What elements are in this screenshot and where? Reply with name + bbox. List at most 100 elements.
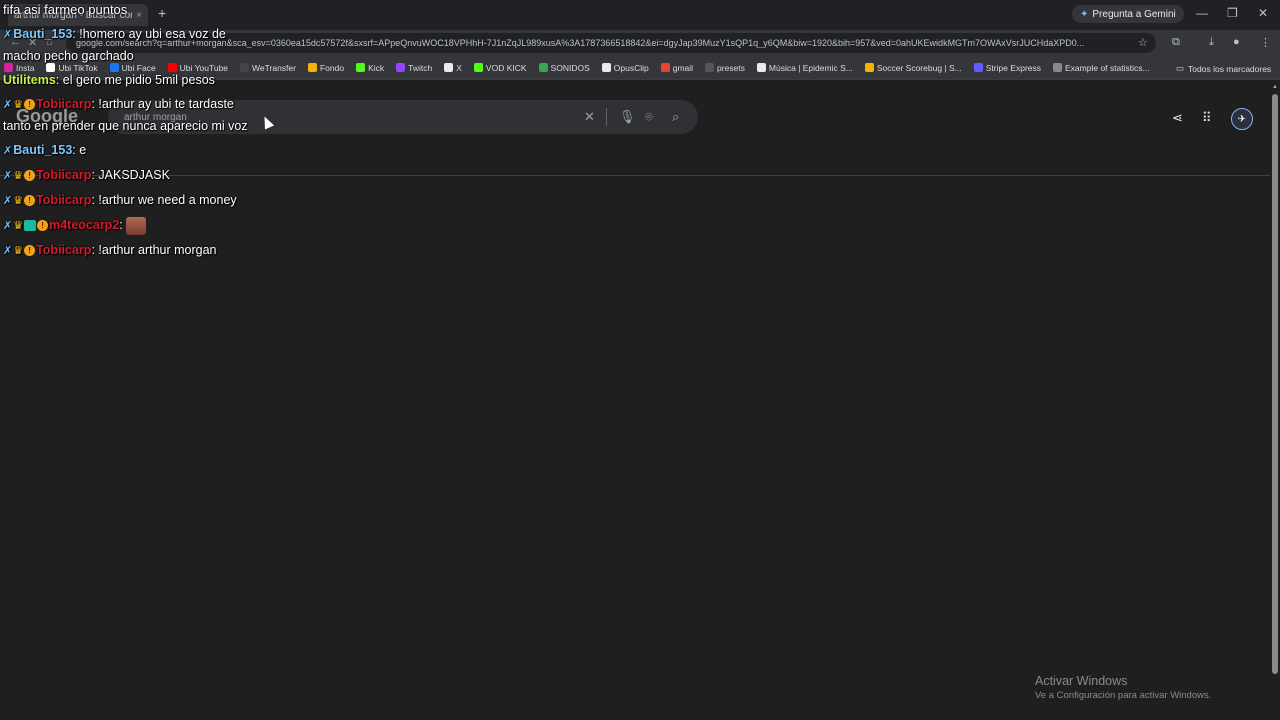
crown-badge-icon: ♛ [13, 245, 24, 257]
chat-username: Tobiicarp [36, 193, 92, 207]
chat-message: ✗Bauti_153: !homero ay ubi esa voz de ma… [3, 24, 253, 67]
bookmark-label: Stripe Express [985, 62, 1042, 73]
bookmark-item[interactable]: Stripe Express [973, 62, 1042, 73]
gemini-button[interactable]: ✦ Pregunta a Gemini [1072, 5, 1184, 23]
bookmark-item[interactable]: Kick [356, 63, 384, 73]
gemini-label: Pregunta a Gemini [1092, 8, 1176, 20]
chat-message: ✗♛! Tobiicarp: !arthur we need a money [3, 190, 253, 212]
bookmark-label: VOD KICK [485, 62, 527, 73]
avatar[interactable]: ✈ [1231, 108, 1253, 130]
bookmark-label: Fondo [319, 62, 345, 73]
scroll-thumb[interactable] [1272, 94, 1278, 674]
chat-text: !arthur we need a money [98, 193, 237, 207]
chat-text: JAKSDJASK [98, 168, 170, 182]
chat-username: Tobiicarp [36, 243, 92, 257]
restore-icon[interactable]: ❐ [1227, 6, 1238, 20]
search-divider [606, 108, 607, 126]
bookmark-item[interactable]: SONIDOS [538, 63, 590, 73]
bookmark-favicon-icon [705, 63, 715, 72]
bookmark-star-icon[interactable]: ☆ [1138, 36, 1148, 49]
sword-badge-icon: ✗ [3, 195, 13, 207]
bookmark-favicon-icon [307, 63, 317, 72]
sword-badge-icon: ✗ [3, 245, 13, 257]
sword-badge-icon: ✗ [3, 145, 13, 157]
bookmark-label: Kick [368, 62, 385, 73]
crown-badge-icon: ♛ [13, 170, 24, 182]
voice-search-icon[interactable]: 🎙︎ [619, 109, 636, 125]
chat-username: m4teocarp2 [49, 218, 120, 232]
close-window-icon[interactable]: ✕ [1258, 6, 1268, 20]
watermark-subtitle: Ve a Configuración para activar Windows. [1035, 690, 1212, 701]
clear-icon[interactable]: ✕ [584, 109, 595, 125]
bookmark-favicon-icon [601, 63, 611, 72]
bookmark-favicon-icon [1053, 63, 1063, 72]
bookmark-item[interactable]: Example of statistics... [1053, 63, 1150, 73]
lens-icon[interactable]: ⌾ [645, 109, 653, 125]
coin-badge-icon: ! [24, 170, 36, 182]
gemini-icon: ✦ [1080, 8, 1089, 20]
folder-icon: ▭ [1176, 63, 1185, 73]
chat-username: Tobiicarp [36, 168, 92, 182]
chat-message: Utilitems: el gero me pidio 5mil pesos [3, 70, 253, 91]
bookmark-favicon-icon [756, 63, 766, 72]
chat-text: el gero me pidio 5mil pesos [62, 73, 215, 87]
apps-grid-icon[interactable]: ⠿ [1202, 110, 1212, 126]
chat-message: ✗♛! Tobiicarp: JAKSDJASK [3, 165, 253, 187]
bookmark-favicon-icon [356, 63, 366, 72]
chat-message: ✗♛! m4teocarp2: [3, 215, 253, 237]
chat-emote-image [126, 216, 147, 235]
chat-text: e [79, 143, 87, 157]
chat-username: Bauti_153 [13, 27, 73, 41]
chat-username: Bauti_153 [13, 143, 73, 157]
chat-message: ✗Bauti_153: e [3, 140, 253, 162]
crown-badge-icon: ♛ [13, 220, 24, 232]
coin-badge-icon: ! [24, 245, 36, 257]
menu-icon[interactable]: ⋮ [1260, 36, 1271, 49]
download-icon[interactable]: ⤓ [1209, 36, 1214, 49]
bookmark-label: Example of statistics... [1065, 62, 1150, 73]
bookmark-label: X [456, 62, 462, 73]
profile-icon[interactable]: ● [1233, 36, 1240, 48]
bookmark-item[interactable]: Fondo [307, 62, 345, 73]
bookmark-item[interactable]: X [444, 63, 462, 73]
minimize-icon[interactable]: — [1196, 6, 1208, 20]
all-bookmarks-folder[interactable]: ▭ Todos los marcadores [1176, 63, 1271, 74]
bookmark-label: WeTransfer [252, 62, 296, 73]
stream-title: fifa asi farmeo puntos [3, 2, 128, 17]
bookmark-label: Twitch [408, 62, 433, 73]
share-icon[interactable]: ⋖ [1172, 110, 1183, 126]
subscriber-badge-icon [24, 220, 37, 232]
bookmark-favicon-icon [660, 63, 670, 72]
new-tab-button[interactable]: + [158, 5, 166, 21]
watermark-title: Activar Windows [1035, 674, 1128, 688]
scroll-up-icon[interactable]: ▲ [1272, 84, 1278, 90]
chat-separator: : [119, 218, 127, 232]
bookmark-favicon-icon [538, 63, 548, 72]
search-icon[interactable]: ⌕ [672, 109, 679, 125]
bookmark-item[interactable]: gmail [660, 62, 694, 73]
crown-badge-icon: ♛ [13, 99, 24, 111]
bookmark-label: presets [717, 62, 745, 73]
bookmark-item[interactable]: Twitch [396, 63, 432, 73]
sword-badge-icon: ✗ [3, 170, 13, 182]
windows-activation-watermark: Activar Windows Ve a Configuración para … [1035, 674, 1211, 701]
tab-close-icon[interactable]: × [136, 10, 142, 21]
bookmark-favicon-icon [864, 63, 874, 72]
sword-badge-icon: ✗ [3, 99, 13, 111]
bookmark-label: gmail [672, 62, 694, 73]
bookmark-item[interactable]: VOD KICK [473, 62, 527, 73]
bookmark-label: Música | Epidemic S... [768, 62, 853, 73]
page-scrollbar[interactable]: ▲ [1270, 82, 1280, 677]
bookmark-favicon-icon [444, 63, 454, 72]
coin-badge-icon: ! [24, 195, 36, 207]
bookmark-label: Soccer Scorebug | S... [876, 62, 962, 73]
folder-label: Todos los marcadores [1188, 63, 1272, 74]
bookmark-item[interactable]: OpusClip [601, 63, 649, 73]
extensions-icon[interactable]: ⧉ [1172, 36, 1180, 49]
chat-username: Tobiicarp [36, 97, 92, 111]
bookmark-item[interactable]: presets [705, 63, 745, 73]
coin-badge-icon: ! [24, 99, 36, 111]
coin-badge-icon: ! [37, 220, 49, 232]
bookmark-item[interactable]: Soccer Scorebug | S... [864, 62, 962, 73]
bookmark-item[interactable]: Música | Epidemic S... [756, 62, 853, 73]
